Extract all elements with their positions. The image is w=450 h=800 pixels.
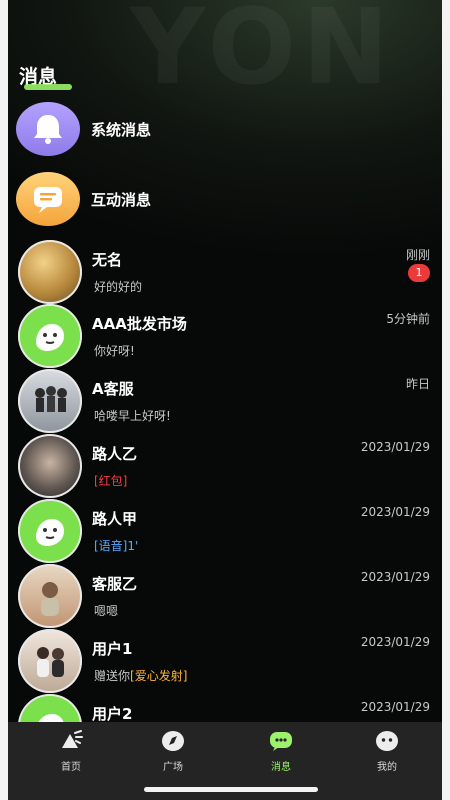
chat-name: 用户2 xyxy=(92,705,133,723)
chat-row[interactable]: A客服 哈喽早上好呀! 昨日 xyxy=(14,369,436,437)
interaction-message-row[interactable]: 互动消息 xyxy=(14,172,436,240)
gift-preview-prefix: 赠送你 xyxy=(94,669,131,683)
chat-row[interactable]: AAA批发市场 你好呀! 5分钟前 xyxy=(14,304,436,372)
chat-bubble-icon xyxy=(16,172,80,226)
tab-messages[interactable]: 消息 xyxy=(246,728,316,773)
tab-messages-label: 消息 xyxy=(271,762,291,773)
gift-preview-item: [爱心发射] xyxy=(130,669,188,683)
chat-row[interactable]: 路人甲 [语音]1' 2023/01/29 xyxy=(14,499,436,567)
interaction-message-label: 互动消息 xyxy=(91,191,152,209)
chat-preview: 哈喽早上好呀! xyxy=(94,409,171,423)
chat-preview: 你好呀! xyxy=(94,344,135,358)
tab-profile-label: 我的 xyxy=(377,762,397,773)
chat-time: 2023/01/29 xyxy=(360,700,430,714)
chat-preview: 好的好的 xyxy=(94,280,143,294)
chat-name: 路人甲 xyxy=(92,510,138,528)
unread-badge: 1 xyxy=(408,264,430,282)
message-icon xyxy=(246,728,316,754)
chat-time: 刚刚 xyxy=(405,248,430,262)
system-message-row[interactable]: 系统消息 xyxy=(14,102,436,170)
avatar xyxy=(18,564,82,628)
bell-icon xyxy=(16,102,80,156)
chat-name: AAA批发市场 xyxy=(92,315,187,333)
chat-name: 客服乙 xyxy=(92,575,138,593)
avatar xyxy=(18,499,82,563)
tab-home-label: 首页 xyxy=(61,762,81,773)
chat-preview: 赠送你[爱心发射] xyxy=(94,667,187,684)
chat-time: 2023/01/29 xyxy=(360,635,430,649)
screen-edge-right xyxy=(442,0,450,800)
chat-name: 用户1 xyxy=(92,640,133,658)
chat-row[interactable]: 无名 好的好的 刚刚 1 xyxy=(14,240,436,308)
chat-time: 2023/01/29 xyxy=(360,505,430,519)
chat-name: 无名 xyxy=(92,251,123,269)
profile-icon xyxy=(352,728,422,754)
chat-row[interactable]: 客服乙 嗯嗯 2023/01/29 xyxy=(14,564,436,632)
chat-preview: 嗯嗯 xyxy=(94,604,119,618)
chat-time: 昨日 xyxy=(405,377,430,391)
chat-row[interactable]: 路人乙 [红包] 2023/01/29 xyxy=(14,434,436,502)
chat-preview-voice: [语音]1' xyxy=(94,539,139,553)
avatar xyxy=(18,240,82,304)
avatar xyxy=(18,304,82,368)
tab-home[interactable]: 首页 xyxy=(36,728,106,773)
chat-time: 5分钟前 xyxy=(386,312,430,326)
screen-edge-left xyxy=(0,0,8,800)
compass-icon xyxy=(138,728,208,754)
avatar xyxy=(18,434,82,498)
title-underline xyxy=(24,84,72,90)
chat-row[interactable]: 用户1 赠送你[爱心发射] 2023/01/29 xyxy=(14,629,436,697)
avatar xyxy=(18,369,82,433)
chat-time: 2023/01/29 xyxy=(360,440,430,454)
home-icon xyxy=(36,728,106,754)
chat-name: 路人乙 xyxy=(92,445,138,463)
tab-profile[interactable]: 我的 xyxy=(352,728,422,773)
tab-square[interactable]: 广场 xyxy=(138,728,208,773)
tab-square-label: 广场 xyxy=(163,762,183,773)
avatar xyxy=(18,629,82,693)
system-message-label: 系统消息 xyxy=(91,121,152,139)
chat-time: 2023/01/29 xyxy=(360,570,430,584)
chat-preview-red-packet: [红包] xyxy=(94,474,128,488)
home-indicator xyxy=(144,787,318,792)
chat-name: A客服 xyxy=(92,380,134,398)
